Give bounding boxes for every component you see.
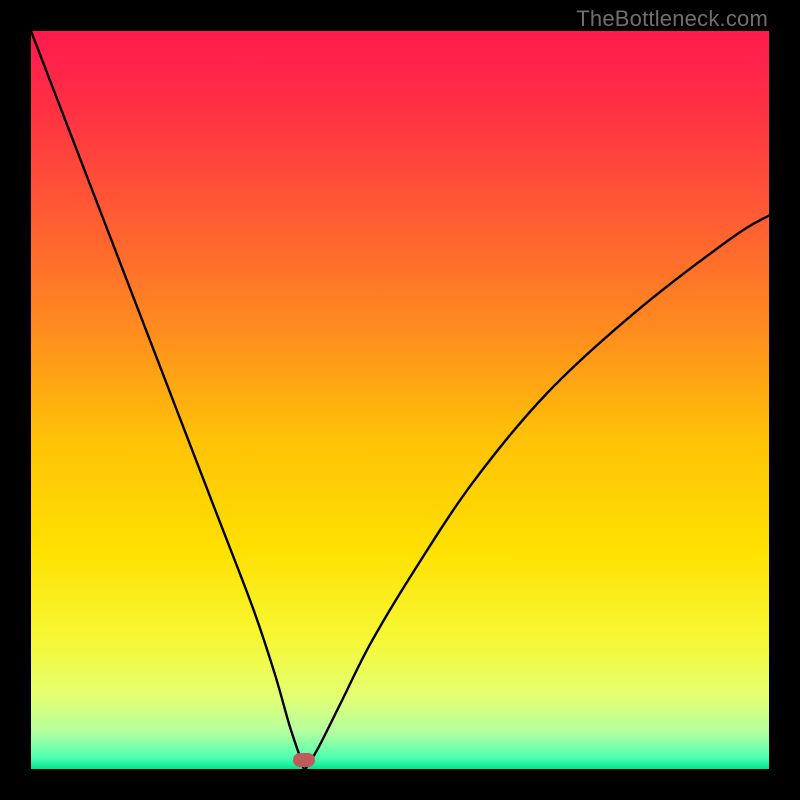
optimum-marker [293,753,315,767]
bottleneck-curve [31,31,769,769]
watermark-text: TheBottleneck.com [576,6,768,32]
chart-frame: TheBottleneck.com [0,0,800,800]
plot-area [31,31,769,769]
